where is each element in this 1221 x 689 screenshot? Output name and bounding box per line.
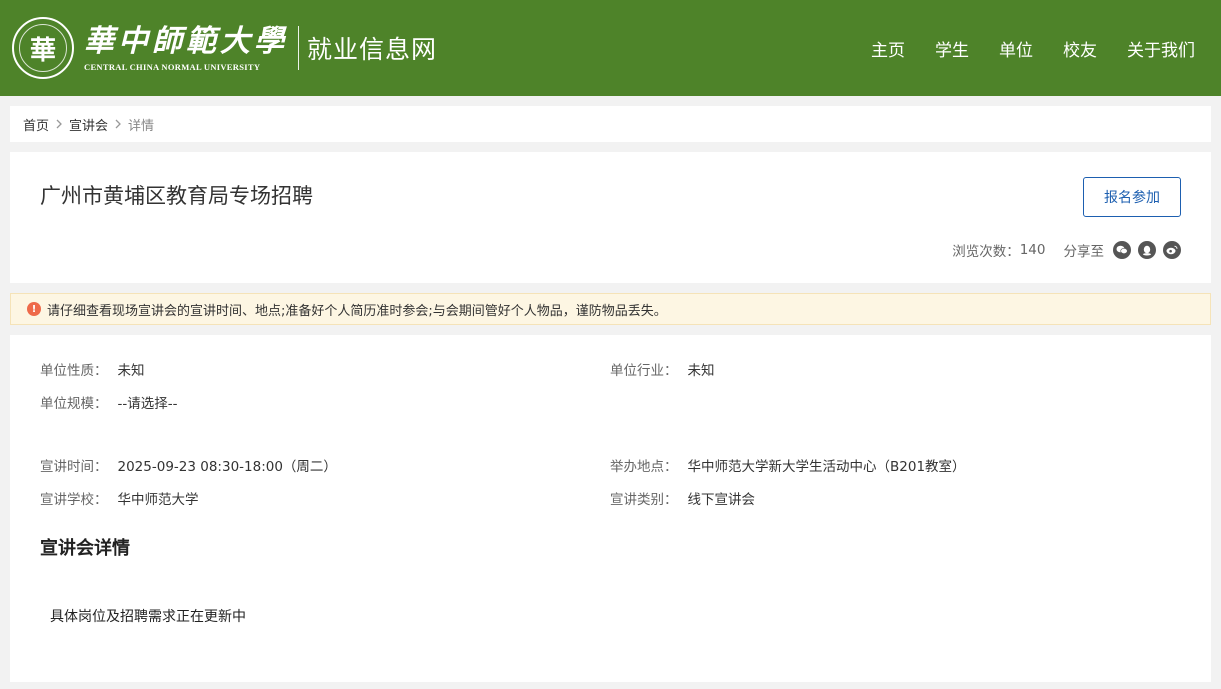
field-company-industry: 单位行业： 未知 xyxy=(610,363,715,379)
notice-banner: ! 请仔细查看现场宣讲会的宣讲时间、地点;准备好个人简历准时参会;与会期间管好个… xyxy=(10,293,1211,325)
nav-item-about[interactable]: 关于我们 xyxy=(1127,36,1195,61)
field-event-time: 宣讲时间： 2025-09-23 08:30-18:00（周二） xyxy=(40,459,337,475)
views-label: 浏览次数： xyxy=(952,244,1020,260)
chevron-right-icon xyxy=(55,119,63,129)
section-title: 宣讲会详情 xyxy=(40,538,130,559)
event-meta: 浏览次数： 140 分享至 xyxy=(952,240,1181,260)
field-event-place: 举办地点： 华中师范大学新大学生活动中心（B201教室） xyxy=(610,459,966,475)
site-name[interactable]: 就业信息网 xyxy=(307,30,437,66)
university-name-en: CENTRAL CHINA NORMAL UNIVERSITY xyxy=(84,62,261,72)
weibo-icon[interactable] xyxy=(1163,241,1181,259)
nav-item-alumni[interactable]: 校友 xyxy=(1063,36,1097,61)
university-seal-logo[interactable]: 華 xyxy=(12,17,74,79)
university-wordmark[interactable]: 華中師範大學 CENTRAL CHINA NORMAL UNIVERSITY xyxy=(84,24,288,72)
page-title: 广州市黄埔区教育局专场招聘 xyxy=(40,184,313,208)
section-body: 具体岗位及招聘需求正在更新中 xyxy=(50,609,246,625)
breadcrumb-current: 详情 xyxy=(128,118,155,134)
field-company-nature: 单位性质： 未知 xyxy=(40,363,145,379)
wechat-icon[interactable] xyxy=(1113,241,1131,259)
views-count: 140 xyxy=(1019,242,1046,258)
nav-item-students[interactable]: 学生 xyxy=(935,36,969,61)
signup-button[interactable]: 报名参加 xyxy=(1083,177,1181,217)
breadcrumb-section[interactable]: 宣讲会 xyxy=(69,115,108,134)
logo-divider xyxy=(298,26,299,70)
field-event-type: 宣讲类别： 线下宣讲会 xyxy=(610,492,755,508)
seal-glyph: 華 xyxy=(29,35,56,66)
nav-item-home[interactable]: 主页 xyxy=(871,36,905,61)
notice-text: 请仔细查看现场宣讲会的宣讲时间、地点;准备好个人简历准时参会;与会期间管好个人物… xyxy=(47,303,667,319)
main-nav: 主页 学生 单位 校友 关于我们 xyxy=(871,36,1195,61)
warning-icon: ! xyxy=(27,302,41,316)
share-icons xyxy=(1113,241,1181,259)
nav-item-employers[interactable]: 单位 xyxy=(999,36,1033,61)
breadcrumb-home[interactable]: 首页 xyxy=(23,115,49,134)
university-name-cn: 華中師範大學 xyxy=(84,24,288,59)
event-header-card: 广州市黄埔区教育局专场招聘 报名参加 浏览次数： 140 分享至 xyxy=(10,152,1211,283)
field-event-school: 宣讲学校： 华中师范大学 xyxy=(40,492,199,508)
field-company-scale: 单位规模： --请选择-- xyxy=(40,396,178,412)
breadcrumb: 首页 宣讲会 详情 xyxy=(10,106,1211,142)
share-label: 分享至 xyxy=(1063,244,1105,260)
chevron-right-icon xyxy=(114,119,122,129)
info-grid: 单位性质： 未知 单位行业： 未知 单位规模： --请选择-- 宣讲时间： 2025-0… xyxy=(40,359,1181,508)
top-navbar: 華 華中師範大學 CENTRAL CHINA NORMAL UNIVERSITY… xyxy=(0,0,1221,96)
event-details-card: 单位性质： 未知 单位行业： 未知 单位规模： --请选择-- 宣讲时间： 2025-0… xyxy=(10,335,1211,682)
qq-icon[interactable] xyxy=(1138,241,1156,259)
